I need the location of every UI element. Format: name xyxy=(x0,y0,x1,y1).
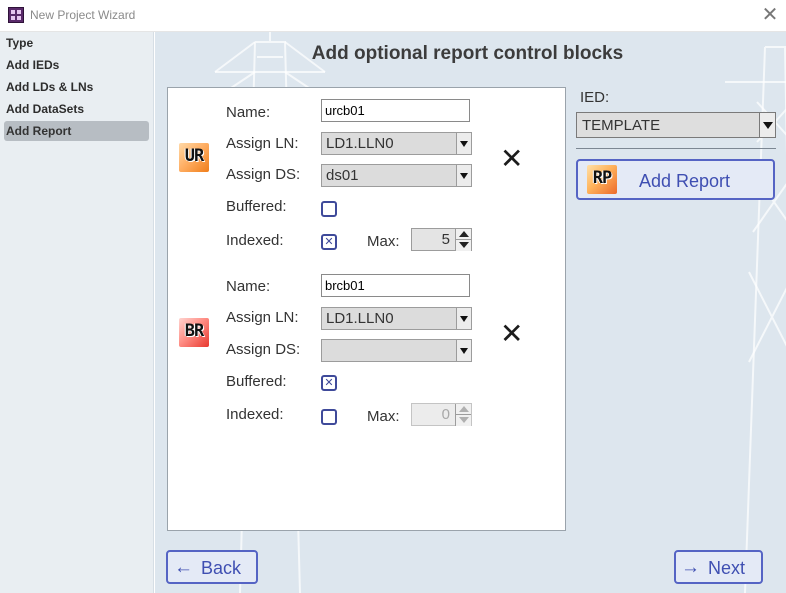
main-content: Add optional report control blocks UR Na… xyxy=(155,32,786,593)
indexed-checkbox[interactable] xyxy=(321,409,337,425)
buffered-report-icon: BR xyxy=(179,318,209,347)
wizard-steps-sidebar: Type Add IEDs Add LDs & LNs Add DataSets… xyxy=(0,32,154,593)
back-label: Back xyxy=(201,558,242,578)
indexed-label: Indexed: xyxy=(226,406,284,423)
arrow-left-icon: ← xyxy=(174,557,193,578)
increment-icon xyxy=(455,404,471,415)
chevron-down-icon[interactable] xyxy=(456,308,471,329)
report-name-input[interactable]: brcb01 xyxy=(321,274,470,297)
title-bar: New Project Wizard ✕ xyxy=(0,0,786,32)
indexed-label: Indexed: xyxy=(226,232,284,249)
back-button[interactable]: ← Back xyxy=(166,550,258,584)
add-report-button[interactable]: RP Add Report xyxy=(576,159,775,200)
assign-ds-select[interactable]: ds01 xyxy=(321,164,472,187)
buffered-checkbox[interactable]: ✕ xyxy=(321,375,337,391)
max-label: Max: xyxy=(367,408,400,425)
sidebar-item-add-lds-lns[interactable]: Add LDs & LNs xyxy=(4,77,149,97)
assign-ds-label: Assign DS: xyxy=(226,166,301,183)
sidebar-item-add-datasets[interactable]: Add DataSets xyxy=(4,99,149,119)
max-value: 0 xyxy=(441,406,450,423)
wizard-app-icon xyxy=(8,7,24,23)
name-label: Name: xyxy=(226,278,271,295)
assign-ds-label: Assign DS: xyxy=(226,341,301,358)
chevron-down-icon[interactable] xyxy=(456,133,471,154)
name-label: Name: xyxy=(226,104,271,121)
arrow-right-icon: → xyxy=(681,557,700,578)
indexed-checkbox[interactable]: ✕ xyxy=(321,234,337,250)
unbuffered-report-icon: UR xyxy=(179,143,209,172)
ied-value: TEMPLATE xyxy=(582,117,661,134)
max-label: Max: xyxy=(367,233,400,250)
buffered-label: Buffered: xyxy=(226,373,287,390)
assign-ln-value: LD1.LLN0 xyxy=(326,135,394,152)
report-name-input[interactable]: urcb01 xyxy=(321,99,470,122)
assign-ln-label: Assign LN: xyxy=(226,135,299,152)
window-title: New Project Wizard xyxy=(30,8,136,22)
sidebar-item-add-report[interactable]: Add Report xyxy=(4,121,149,141)
next-label: Next xyxy=(708,558,746,578)
report-blocks-panel: UR Name: urcb01 Assign LN: LD1.LLN0 Assi… xyxy=(167,87,566,531)
decrement-icon xyxy=(455,415,471,426)
buffered-checkbox[interactable] xyxy=(321,201,337,217)
report-icon: RP xyxy=(587,165,617,194)
increment-icon[interactable] xyxy=(455,229,471,240)
delete-report-button[interactable]: ✕ xyxy=(500,320,523,348)
delete-report-button[interactable]: ✕ xyxy=(500,145,523,173)
chevron-down-icon[interactable] xyxy=(456,340,471,361)
chevron-down-icon[interactable] xyxy=(759,113,775,137)
assign-ln-select[interactable]: LD1.LLN0 xyxy=(321,132,472,155)
max-stepper: 0 xyxy=(411,403,472,426)
next-button[interactable]: → Next xyxy=(674,550,763,584)
max-stepper[interactable]: 5 xyxy=(411,228,472,251)
close-icon[interactable]: ✕ xyxy=(756,2,784,28)
page-title: Add optional report control blocks xyxy=(311,43,624,64)
assign-ln-select[interactable]: LD1.LLN0 xyxy=(321,307,472,330)
ied-label: IED: xyxy=(580,89,610,106)
ied-select[interactable]: TEMPLATE xyxy=(576,112,776,138)
chevron-down-icon[interactable] xyxy=(456,165,471,186)
assign-ln-value: LD1.LLN0 xyxy=(326,310,394,327)
max-value: 5 xyxy=(441,231,450,248)
buffered-label: Buffered: xyxy=(226,198,287,215)
assign-ds-select[interactable] xyxy=(321,339,472,362)
assign-ln-label: Assign LN: xyxy=(226,309,299,326)
add-report-label: Add Report xyxy=(639,171,731,191)
sidebar-item-add-ieds[interactable]: Add IEDs xyxy=(4,55,149,75)
divider xyxy=(576,148,776,149)
decrement-icon[interactable] xyxy=(455,240,471,251)
sidebar-item-type[interactable]: Type xyxy=(4,33,149,53)
assign-ds-value: ds01 xyxy=(326,167,359,184)
